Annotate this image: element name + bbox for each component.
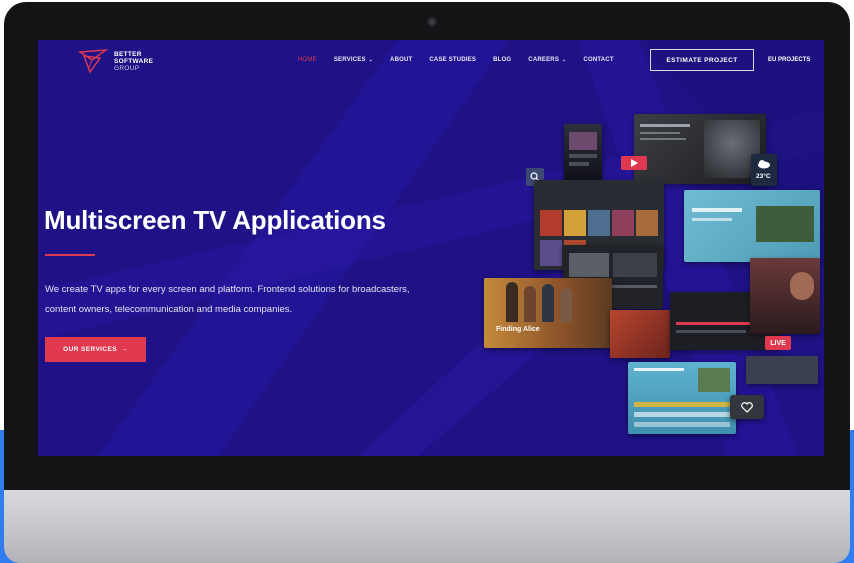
hero-title: Multiscreen TV Applications <box>44 205 386 235</box>
phone-screen-tile <box>564 124 602 180</box>
monitor-chin <box>4 490 850 563</box>
news-tile <box>746 356 818 384</box>
bird-logo-icon <box>78 49 108 74</box>
weather-temperature: 23°C <box>756 173 771 180</box>
results-table-tile <box>628 362 736 434</box>
nav-careers-label: CAREERS <box>528 57 560 63</box>
nav-services[interactable]: SERVICES ⌄ <box>334 57 373 63</box>
heart-icon <box>741 401 753 413</box>
logo-line-1: BETTER <box>114 50 142 58</box>
nav-eu-projects[interactable]: EU PROJECTS <box>768 57 810 63</box>
nav-services-label: SERVICES <box>333 57 366 63</box>
our-services-label: OUR SERVICES <box>63 346 117 353</box>
chevron-down-icon: ⌄ <box>562 57 567 63</box>
main-nav: HOME SERVICES ⌄ ABOUT CASE STUDIES BLOG C… <box>298 57 631 63</box>
arrow-right-icon: → <box>120 346 128 353</box>
featured-show-tile: Finding Alice <box>484 278 612 348</box>
website-screen: BETTER SOFTWARE GROUP HOME SERVICES ⌄ ABO… <box>38 40 824 456</box>
camera-icon <box>427 17 437 27</box>
featured-show-title: Finding Alice <box>496 326 540 333</box>
sports-app-tile <box>684 190 820 262</box>
logo-line-3: GROUP <box>114 64 140 72</box>
company-logo[interactable]: BETTER SOFTWARE GROUP <box>78 48 153 74</box>
nav-contact[interactable]: CONTACT <box>583 57 613 63</box>
drama-tile <box>750 258 820 334</box>
nav-blog[interactable]: BLOG <box>493 57 511 63</box>
racing-tile <box>610 310 670 358</box>
logo-wordmark: BETTER SOFTWARE GROUP <box>114 51 153 72</box>
play-button[interactable] <box>621 156 647 170</box>
logo-line-2: SOFTWARE <box>114 57 154 65</box>
nav-about[interactable]: ABOUT <box>390 57 412 63</box>
nav-home[interactable]: HOME <box>298 57 317 63</box>
hero-divider <box>45 254 95 256</box>
movie-detail-tile <box>634 114 766 184</box>
cloud-icon <box>758 160 770 169</box>
favorite-button[interactable] <box>730 395 764 419</box>
monitor-bezel: BETTER SOFTWARE GROUP HOME SERVICES ⌄ ABO… <box>4 2 850 490</box>
nav-careers[interactable]: CAREERS ⌄ <box>528 57 566 63</box>
nav-case-studies[interactable]: CASE STUDIES <box>429 57 476 63</box>
play-icon <box>631 159 638 167</box>
our-services-button[interactable]: OUR SERVICES → <box>45 337 146 362</box>
live-badge: LIVE <box>765 336 791 350</box>
chevron-down-icon: ⌄ <box>368 57 374 63</box>
estimate-project-button[interactable]: ESTIMATE PROJECT <box>650 49 754 71</box>
monitor: BETTER SOFTWARE GROUP HOME SERVICES ⌄ ABO… <box>4 2 850 563</box>
weather-widget <box>751 154 777 186</box>
hero-subtitle: We create TV apps for every screen and p… <box>45 284 410 315</box>
